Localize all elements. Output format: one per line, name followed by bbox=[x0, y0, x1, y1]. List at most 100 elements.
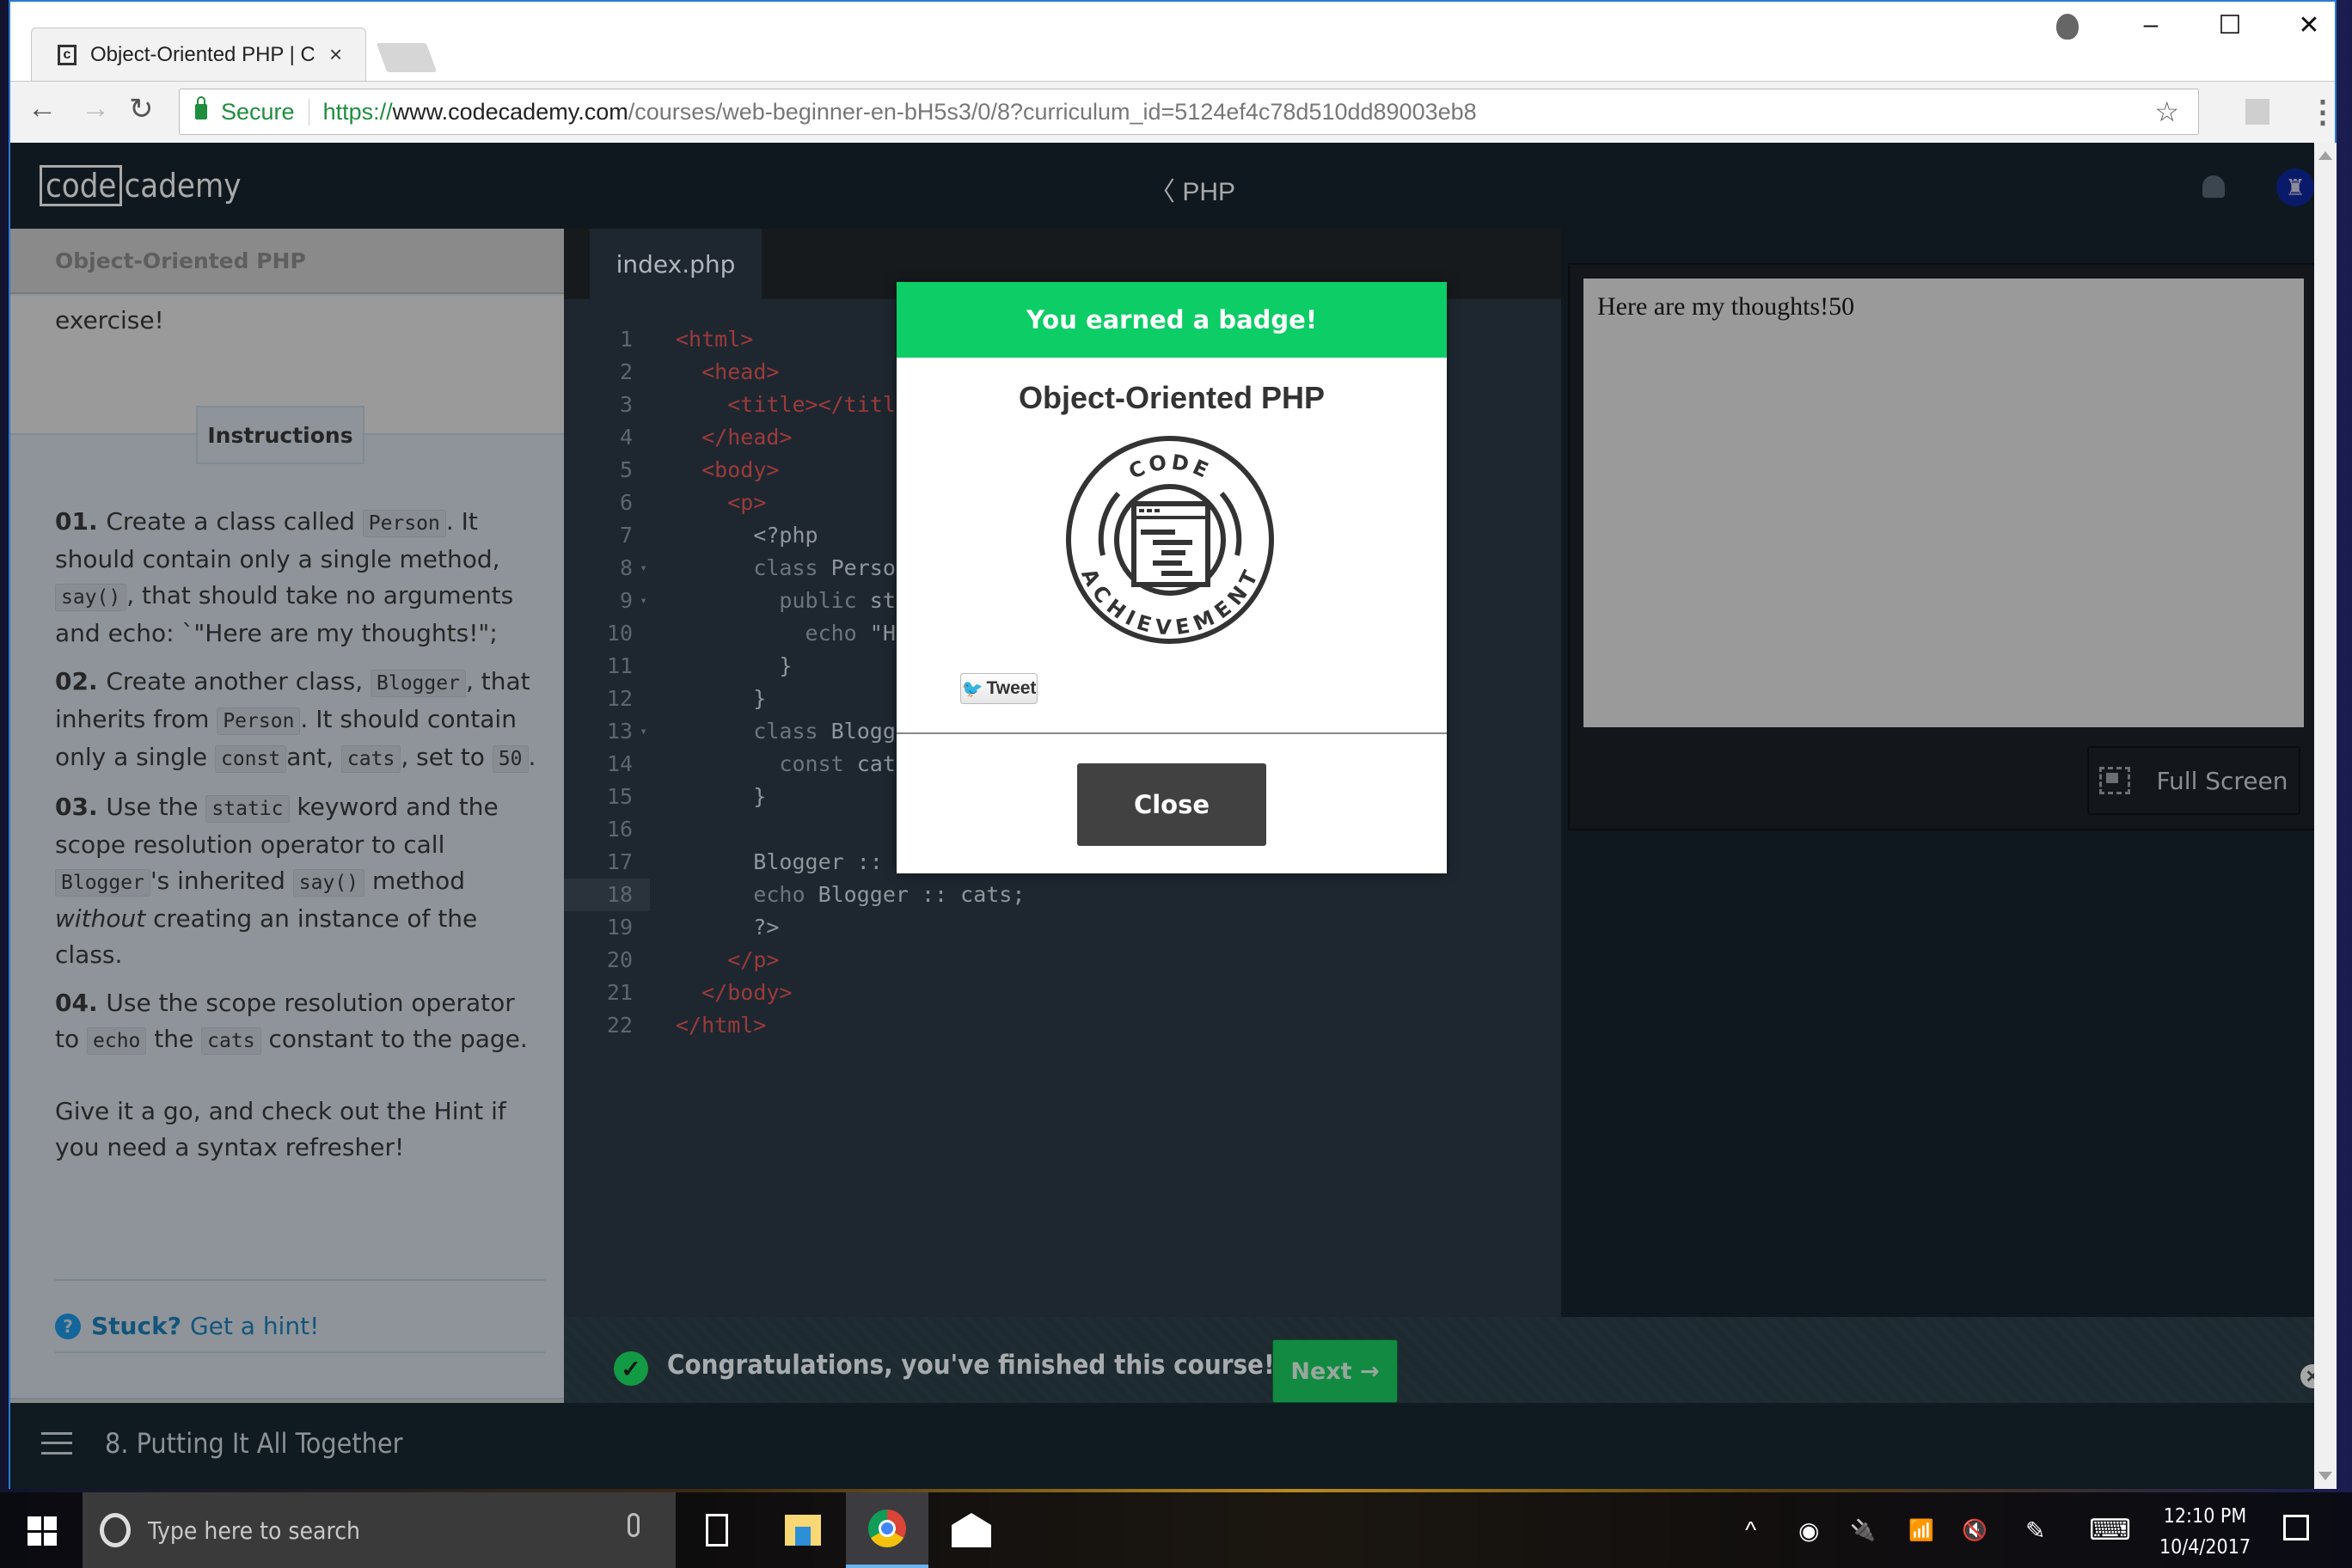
maximize-button[interactable]: ☐ bbox=[2204, 10, 2256, 40]
minimize-button[interactable]: – bbox=[2125, 10, 2177, 40]
dismiss-icon[interactable]: ✕ bbox=[2300, 1364, 2314, 1388]
address-bar[interactable]: Secure https://www.codecademy.com/course… bbox=[179, 89, 2199, 135]
step-text: the bbox=[146, 1025, 202, 1053]
line-number: 3 bbox=[619, 392, 633, 417]
site-header: code cademy 〈 PHP ♜ bbox=[10, 143, 2314, 229]
completion-message: Congratulations, you've finished this co… bbox=[667, 1350, 1275, 1381]
pen-icon[interactable]: ✎ bbox=[2025, 1492, 2045, 1568]
codecademy-logo[interactable]: code cademy bbox=[40, 165, 242, 206]
step-text: Create another class, bbox=[106, 667, 371, 695]
user-avatar[interactable]: ♜ bbox=[2276, 168, 2314, 206]
bookmark-star-icon[interactable]: ☆ bbox=[2154, 95, 2179, 128]
code-line[interactable]: 20 </p> bbox=[564, 944, 1561, 977]
url-host: www.codecademy.com bbox=[392, 98, 628, 125]
volume-muted-icon[interactable]: 🔇 bbox=[1962, 1492, 1988, 1568]
line-number: 6 bbox=[619, 490, 633, 515]
logo-rest-text: cademy bbox=[124, 167, 242, 205]
line-number: 5 bbox=[619, 457, 633, 482]
line-number: 19 bbox=[606, 915, 633, 940]
windows-start-icon[interactable] bbox=[28, 1516, 57, 1546]
fold-gutter bbox=[633, 683, 646, 715]
code-text: echo Blogger :: cats; bbox=[753, 882, 1026, 907]
full-screen-button[interactable]: Full Screen bbox=[2087, 746, 2300, 815]
back-button[interactable]: ← bbox=[28, 92, 57, 126]
taskbar-search[interactable]: Type here to search bbox=[83, 1492, 676, 1568]
scroll-up-arrow-icon[interactable] bbox=[2318, 151, 2332, 160]
chrome-icon bbox=[868, 1510, 906, 1547]
notification-bell-icon[interactable] bbox=[2202, 175, 2225, 198]
touch-keyboard-icon[interactable]: ⌨ bbox=[2089, 1492, 2131, 1568]
lesson-course-title: Object-Oriented PHP bbox=[10, 229, 564, 294]
system-clock[interactable]: 12:10 PM 10/4/2017 bbox=[2149, 1501, 2261, 1563]
reload-button[interactable]: ↻ bbox=[129, 92, 154, 126]
file-tab-index-php[interactable]: index.php bbox=[590, 229, 762, 299]
browser-menu-icon[interactable]: ⋮ bbox=[2307, 94, 2338, 130]
url-path: /courses/web-beginner-en-bH5s3/0/8?curri… bbox=[628, 98, 1477, 125]
fold-arrow-icon[interactable]: ▾ bbox=[633, 552, 646, 585]
action-center-icon[interactable] bbox=[2283, 1515, 2309, 1540]
inline-code: static bbox=[205, 795, 290, 823]
extension-icon[interactable] bbox=[2245, 99, 2269, 125]
line-number: 2 bbox=[619, 359, 633, 384]
hint-link[interactable]: ? Stuck? Get a hint! bbox=[55, 1312, 319, 1340]
fold-gutter bbox=[633, 1009, 646, 1042]
cortana-icon bbox=[100, 1513, 131, 1547]
browser-tab[interactable]: c Object-Oriented PHP | Co × bbox=[31, 28, 366, 81]
tab-close-icon[interactable]: × bbox=[329, 41, 342, 68]
profile-icon[interactable] bbox=[2056, 14, 2079, 40]
wifi-icon[interactable]: 📶 bbox=[1908, 1492, 1934, 1568]
code-text: <?php bbox=[676, 523, 818, 548]
code-line[interactable]: 19 ?> bbox=[564, 911, 1561, 944]
url-text[interactable]: https://www.codecademy.com/courses/web-b… bbox=[323, 99, 1477, 126]
inline-code: const bbox=[214, 745, 287, 773]
line-number: 16 bbox=[606, 817, 633, 842]
fold-gutter bbox=[633, 454, 646, 487]
fold-gutter bbox=[633, 617, 646, 650]
show-hidden-icons[interactable]: ^ bbox=[1745, 1492, 1756, 1568]
close-modal-button[interactable]: Close bbox=[1077, 763, 1266, 846]
course-link[interactable]: 〈 PHP bbox=[1149, 170, 1235, 208]
fold-gutter bbox=[633, 911, 646, 944]
battery-icon[interactable]: 🔌 bbox=[1850, 1492, 1876, 1568]
new-tab-button[interactable] bbox=[376, 43, 438, 72]
scroll-down-arrow-icon[interactable] bbox=[2318, 1472, 2332, 1480]
badge-modal: You earned a badge! Object-Oriented PHP bbox=[897, 282, 1447, 873]
inline-code: cats bbox=[340, 745, 401, 773]
instructions-tab[interactable]: Instructions bbox=[196, 406, 364, 464]
fold-gutter bbox=[633, 813, 646, 846]
clock-date: 10/4/2017 bbox=[2159, 1536, 2251, 1559]
chrome-taskbar-button[interactable] bbox=[846, 1492, 928, 1568]
modal-divider bbox=[897, 732, 1447, 734]
fold-arrow-icon[interactable]: ▾ bbox=[633, 585, 646, 617]
current-lesson-title[interactable]: 8. Putting It All Together bbox=[105, 1427, 402, 1460]
fold-arrow-icon[interactable]: ▾ bbox=[633, 715, 646, 748]
microphone-icon[interactable] bbox=[628, 1513, 640, 1537]
hamburger-menu-icon[interactable] bbox=[41, 1432, 72, 1455]
tweet-button[interactable]: 🐦 Tweet bbox=[960, 673, 1038, 704]
code-line[interactable]: 22 </html> bbox=[564, 1009, 1561, 1042]
fold-gutter bbox=[633, 323, 646, 356]
line-number: 18 bbox=[606, 882, 633, 907]
clock-time: 12:10 PM bbox=[2163, 1505, 2247, 1528]
code-text: <title></title> bbox=[727, 392, 922, 417]
mail-icon bbox=[952, 1513, 991, 1547]
browser-toolbar: ← → ↻ Secure https://www.codecademy.com/… bbox=[10, 81, 2338, 144]
hint-text: Get a hint! bbox=[189, 1312, 320, 1340]
task-view-button[interactable] bbox=[676, 1492, 758, 1568]
mail-taskbar-button[interactable] bbox=[930, 1492, 1013, 1568]
inline-code: echo bbox=[87, 1027, 147, 1055]
code-line[interactable]: 18 echo Blogger :: cats; bbox=[564, 879, 1561, 911]
inline-code: cats bbox=[201, 1027, 261, 1055]
file-explorer-button[interactable] bbox=[762, 1492, 844, 1568]
checkmark-icon: ✓ bbox=[614, 1351, 648, 1386]
line-number: 11 bbox=[606, 653, 633, 678]
code-line[interactable]: 21 </body> bbox=[564, 977, 1561, 1009]
record-icon[interactable]: ◉ bbox=[1798, 1492, 1819, 1568]
step-text: . bbox=[528, 743, 536, 771]
close-window-button[interactable]: ✕ bbox=[2283, 10, 2335, 40]
inline-code: Person bbox=[217, 707, 301, 735]
page-scrollbar[interactable] bbox=[2314, 143, 2337, 1489]
forward-button[interactable]: → bbox=[81, 92, 110, 126]
divider bbox=[55, 1351, 545, 1353]
next-button[interactable]: Next → bbox=[1272, 1339, 1398, 1403]
